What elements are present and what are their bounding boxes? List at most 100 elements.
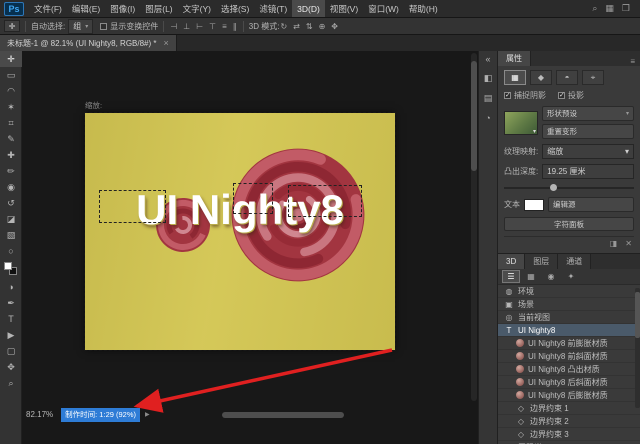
3d-rotate-icon[interactable]: ↻	[279, 22, 288, 31]
close-icon[interactable]: ×	[164, 38, 169, 48]
align-vertical-center-icon[interactable]: ⊥	[182, 22, 191, 31]
vertical-scrollbar-thumb[interactable]	[471, 61, 477, 171]
align-top-icon[interactable]: ⊤	[208, 22, 217, 31]
lasso-tool[interactable]: ◠	[0, 83, 22, 99]
horizontal-scrollbar[interactable]	[222, 412, 344, 418]
grid-view-icon[interactable]: ▦	[605, 3, 614, 14]
panel-scrollbar[interactable]	[635, 288, 640, 408]
shape-preset-thumbnail[interactable]: ▾	[504, 111, 538, 135]
move-tool[interactable]: ✛	[0, 51, 22, 67]
zoom-tool[interactable]: ⌕	[0, 375, 22, 391]
align-left-icon[interactable]: ⊣	[169, 22, 178, 31]
3d-tree-item[interactable]: UI Nighty8 前膨胀材质	[498, 337, 640, 350]
menu-window[interactable]: 窗口(W)	[363, 0, 404, 17]
menu-layer[interactable]: 图层(L)	[140, 0, 177, 17]
show-transform-checkbox[interactable]: 显示变换控件	[100, 21, 158, 32]
extrusion-depth-slider[interactable]	[504, 184, 634, 192]
filter-all-icon[interactable]: ☰	[502, 270, 520, 283]
cast-shadows-checkbox[interactable]: 投影	[558, 90, 584, 101]
eraser-tool[interactable]: ◪	[0, 211, 22, 227]
align-right-icon[interactable]: ⊢	[195, 22, 204, 31]
auto-select-dropdown[interactable]: 组 ▾	[68, 19, 93, 34]
character-panel-button[interactable]: 字符面板	[504, 217, 634, 231]
color-panel-icon[interactable]: ◧	[484, 73, 493, 84]
tree-item-current-view[interactable]: ◎ 当前视图	[498, 311, 640, 324]
vertical-scrollbar[interactable]	[471, 53, 477, 401]
delete-icon[interactable]: ✕	[625, 239, 632, 248]
extrusion-depth-field[interactable]: 19.25 厘米	[542, 164, 634, 179]
foreground-color-swatch[interactable]	[4, 262, 12, 270]
pen-tool[interactable]: ✒	[0, 295, 22, 311]
tab-properties[interactable]: 属性	[498, 51, 531, 66]
menu-3d[interactable]: 3D(D)	[292, 0, 325, 17]
3d-tree-item[interactable]: UI Nighty8 后膨胀材质	[498, 389, 640, 402]
edit-source-button[interactable]: 编辑源	[548, 197, 634, 212]
3d-roll-icon[interactable]: ⇄	[292, 22, 301, 31]
tree-item-mesh[interactable]: T UI Nighty8	[498, 324, 640, 337]
3d-tree-item[interactable]: UI Nighty8 凸出材质	[498, 363, 640, 376]
shape-tool[interactable]: ▢	[0, 343, 22, 359]
color-swatches[interactable]	[0, 259, 22, 279]
menu-type[interactable]: 文字(Y)	[178, 0, 216, 17]
shape-preset-dropdown[interactable]: 形状预设 ▾	[542, 106, 634, 121]
crop-tool[interactable]: ⌗	[0, 115, 22, 131]
clone-stamp-tool[interactable]: ◉	[0, 179, 22, 195]
tree-item-environment[interactable]: ◍ 环境	[498, 285, 640, 298]
swatches-panel-icon[interactable]: ▤	[484, 93, 493, 104]
menu-filter[interactable]: 滤镜(T)	[254, 0, 292, 17]
reset-deform-button[interactable]: 重置变形	[542, 124, 634, 139]
3d-scale-icon[interactable]: ✥	[330, 22, 339, 31]
collapse-panels-icon[interactable]: «	[485, 54, 490, 64]
workspace-icon[interactable]: ❐	[622, 3, 630, 14]
align-middle-icon[interactable]: ≡	[221, 22, 228, 31]
3d-tree-item[interactable]: UI Nighty8 后斜面材质	[498, 376, 640, 389]
3d-tree-item[interactable]: ◇ 边界约束 2	[498, 415, 640, 428]
menu-file[interactable]: 文件(F)	[29, 0, 67, 17]
hand-tool[interactable]: ✥	[0, 359, 22, 375]
eyedropper-tool[interactable]: ✎	[0, 131, 22, 147]
menu-select[interactable]: 选择(S)	[216, 0, 254, 17]
path-selection-tool[interactable]: ▶	[0, 327, 22, 343]
type-tool[interactable]: T	[0, 311, 22, 327]
slider-knob[interactable]	[550, 184, 557, 191]
3d-drag-icon[interactable]: ⇅	[305, 22, 314, 31]
photoshop-logo[interactable]: Ps	[4, 2, 24, 16]
healing-brush-tool[interactable]: ✚	[0, 147, 22, 163]
magic-wand-tool[interactable]: ✶	[0, 99, 22, 115]
3d-tree-item[interactable]: UI Nighty8 前斜面材质	[498, 350, 640, 363]
history-brush-tool[interactable]: ↺	[0, 195, 22, 211]
marquee-tool[interactable]: ▭	[0, 67, 22, 83]
texture-mapping-dropdown[interactable]: 缩放 ▾	[542, 144, 634, 159]
menu-view[interactable]: 视图(V)	[325, 0, 363, 17]
text-color-swatch[interactable]	[524, 199, 544, 211]
cap-icon[interactable]: ◓	[556, 70, 578, 85]
filter-mesh-icon[interactable]: ▦	[522, 270, 540, 283]
panel-menu-icon[interactable]: ≡	[630, 57, 640, 66]
canvas-area[interactable]: 缩放: UI Nighty8	[22, 51, 478, 444]
menu-image[interactable]: 图像(I)	[105, 0, 140, 17]
catch-shadows-checkbox[interactable]: 捕捉阴影	[504, 90, 546, 101]
panel-tab[interactable]: 图层	[525, 254, 558, 269]
search-icon[interactable]: ⌕	[592, 3, 597, 14]
document-tab[interactable]: 未标题-1 @ 82.1% (UI Nighty8, RGB/8#) * ×	[0, 35, 177, 51]
zoom-level-field[interactable]: 82.17%	[22, 410, 53, 419]
blur-tool[interactable]: ○	[0, 243, 22, 259]
artwork-canvas[interactable]: UI Nighty8	[85, 113, 395, 350]
panel-scrollbar-thumb[interactable]	[635, 292, 640, 338]
filter-material-icon[interactable]: ◉	[542, 270, 560, 283]
3d-tree-item[interactable]: ◇ 边界约束 3	[498, 428, 640, 441]
deform-icon[interactable]: ◆	[530, 70, 552, 85]
menu-help[interactable]: 帮助(H)	[404, 0, 443, 17]
mesh-icon[interactable]: ▦	[504, 70, 526, 85]
panel-tab[interactable]: 3D	[498, 254, 525, 269]
filter-light-icon[interactable]: ✦	[562, 270, 580, 283]
gradient-tool[interactable]: ▧	[0, 227, 22, 243]
adjustments-panel-icon[interactable]: ◔	[485, 113, 490, 123]
coordinates-icon[interactable]: ⌖	[582, 70, 604, 85]
3d-tree-item[interactable]: ◇ 边界约束 1	[498, 402, 640, 415]
distribute-icon[interactable]: ∥	[232, 22, 238, 31]
menu-edit[interactable]: 编辑(E)	[67, 0, 105, 17]
tree-item-scene[interactable]: ▣ 场景	[498, 298, 640, 311]
status-flyout-icon[interactable]: ▶	[145, 411, 150, 418]
3d-slide-icon[interactable]: ⊕	[318, 22, 327, 31]
